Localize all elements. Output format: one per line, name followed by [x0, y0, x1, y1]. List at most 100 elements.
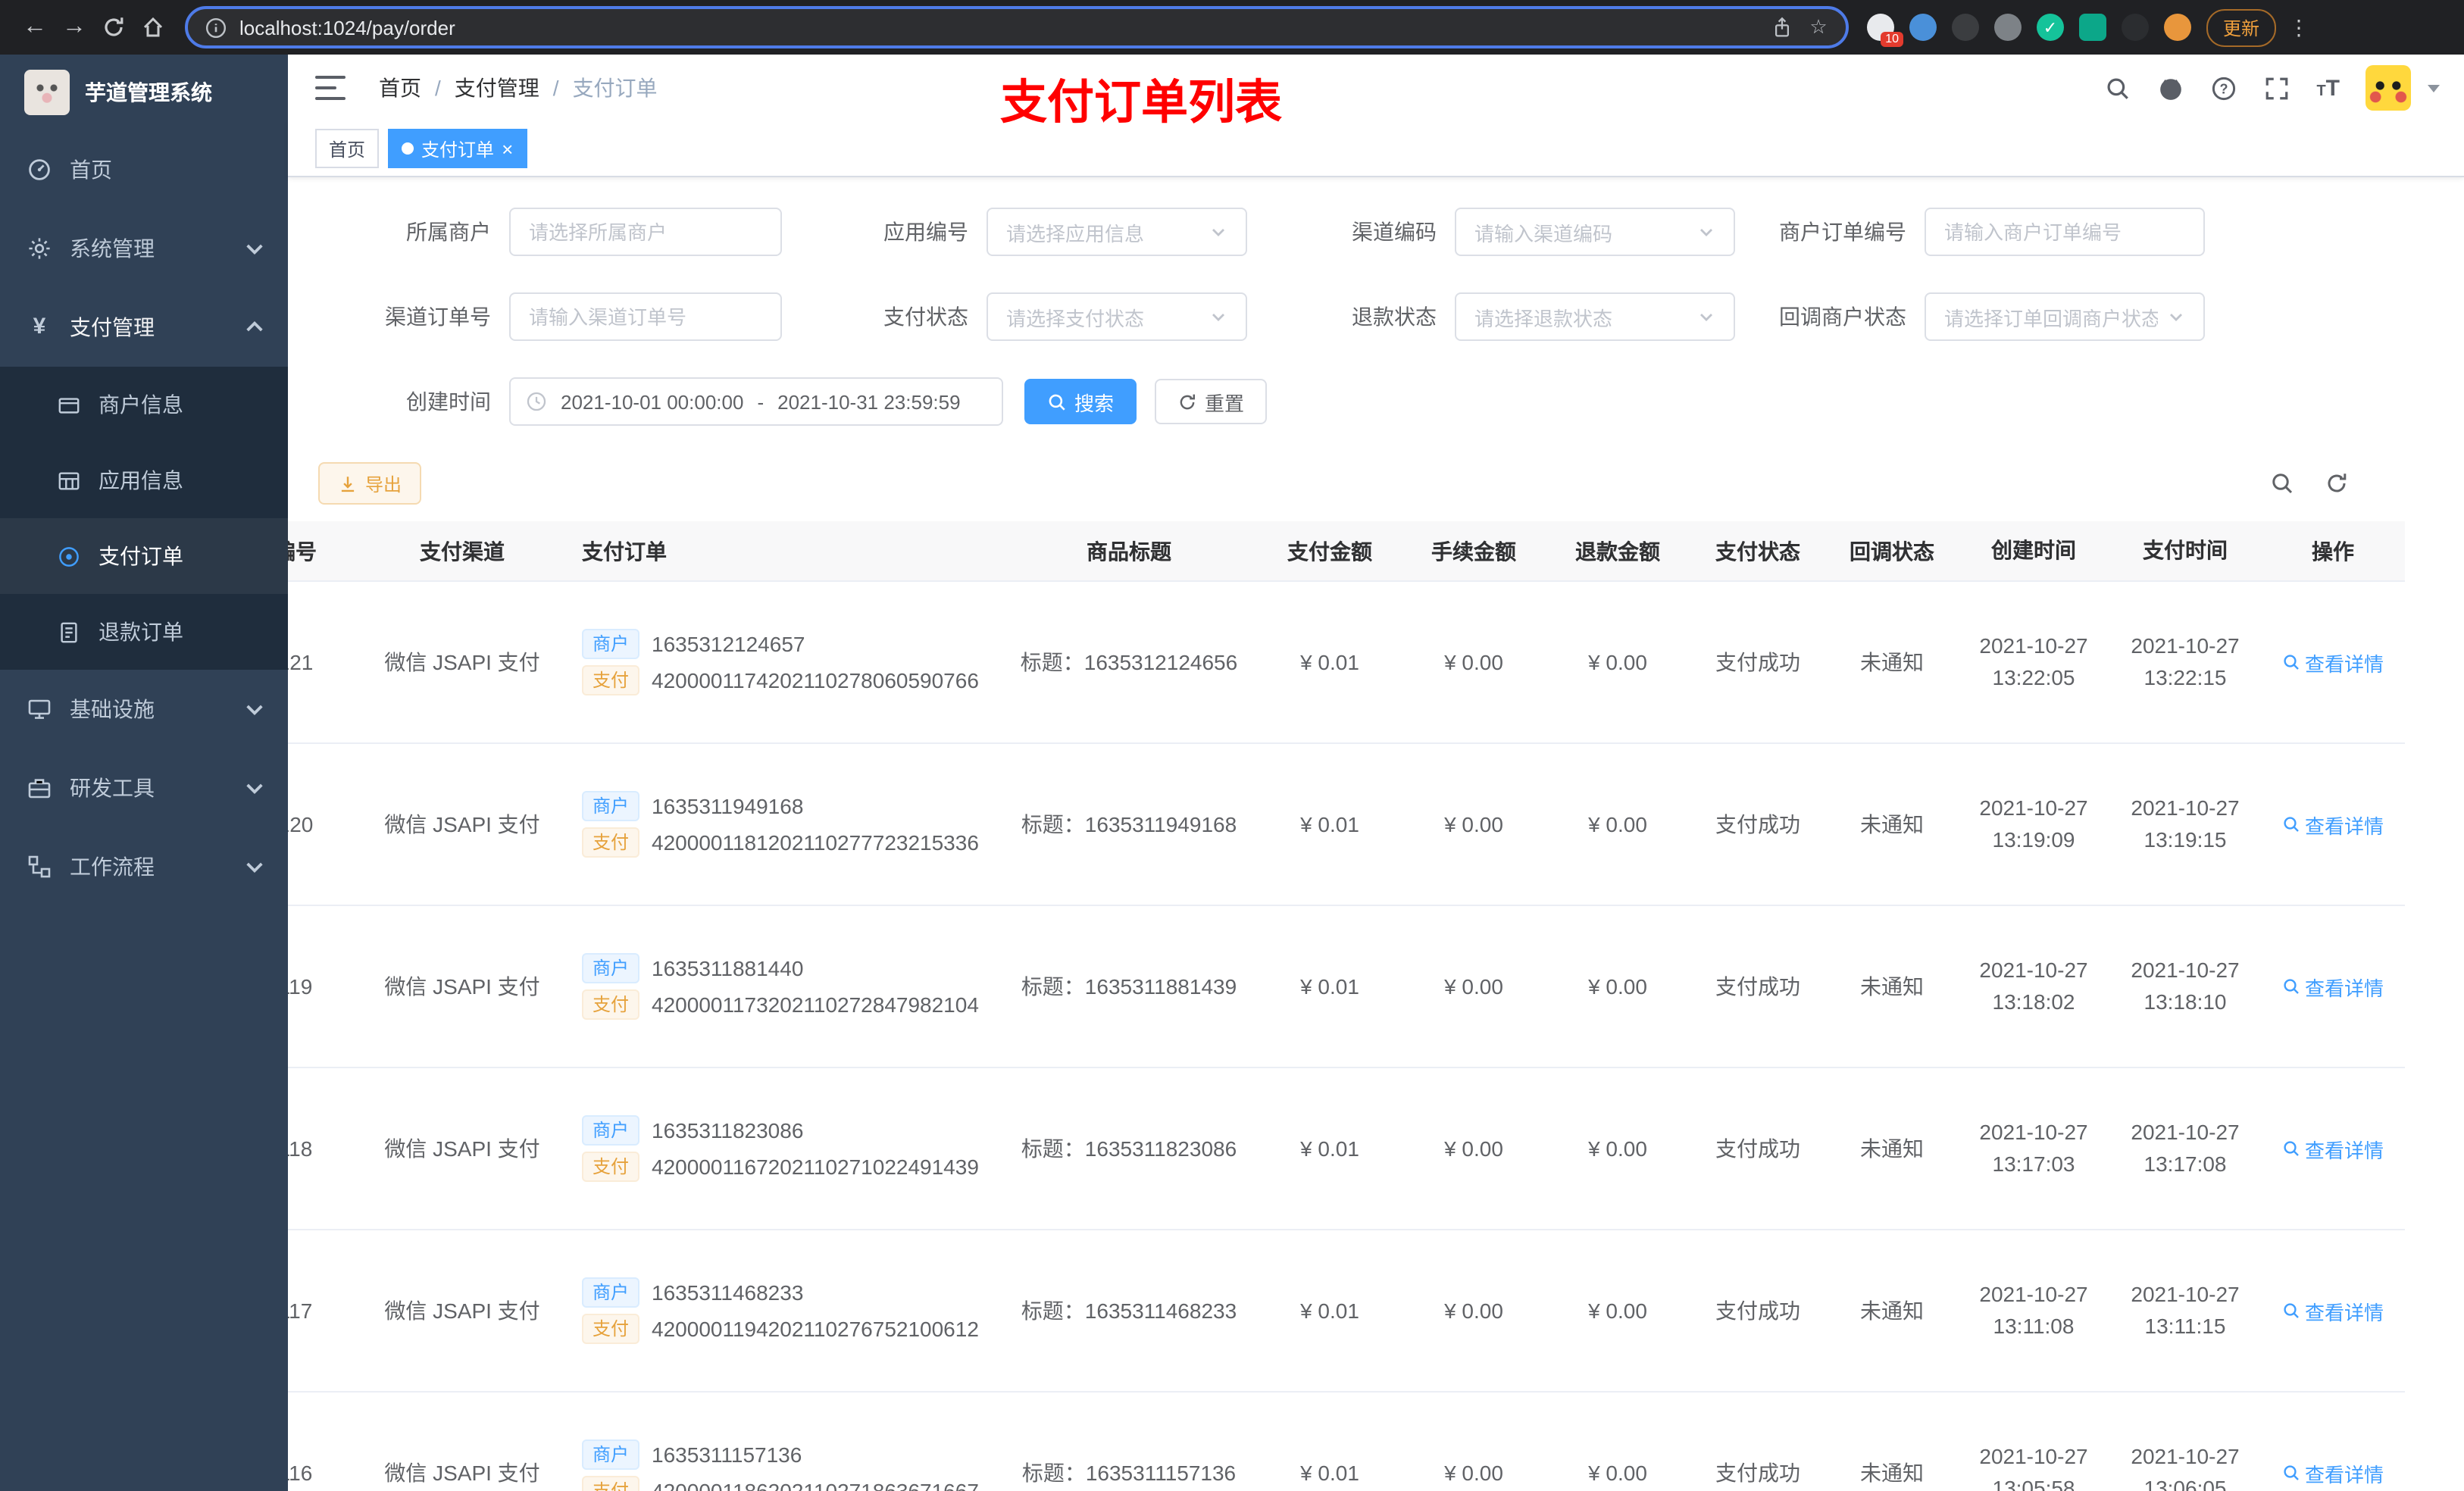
merchant-tag: 商户 — [582, 629, 640, 659]
screen: ← → localhost:1024/pay/order ☆ 10 ✓ 更新 ⋮… — [0, 0, 2464, 1491]
help-icon[interactable]: ? — [2210, 74, 2237, 102]
extension-icon[interactable] — [1909, 14, 1937, 41]
search-toggle-icon[interactable] — [2270, 471, 2294, 495]
extension-icon[interactable] — [1952, 14, 1979, 41]
view-detail-link[interactable]: 查看详情 — [2282, 1134, 2384, 1163]
search-icon[interactable] — [2104, 74, 2131, 102]
back-icon[interactable]: ← — [15, 8, 55, 47]
notify-status: 未通知 — [1860, 1136, 1924, 1161]
table-row: 121 微信 JSAPI 支付 商户 1635312124657 支付 4200… — [288, 582, 2405, 744]
channel-code-select[interactable]: 请输入渠道编码 — [1455, 208, 1735, 256]
hamburger-icon[interactable] — [315, 76, 346, 100]
sidebar-item-app-info[interactable]: 应用信息 — [0, 442, 288, 518]
pay-time: 2021-10-27 13:18:10 — [2131, 958, 2240, 1014]
search-button[interactable]: 搜索 — [1024, 379, 1137, 424]
filter-label: 商户订单编号 — [1779, 220, 1906, 244]
sidebar-item-infra[interactable]: 基础设施 — [0, 670, 288, 749]
merchant-order-no-input[interactable] — [1925, 208, 2205, 256]
breadcrumb-separator: / — [435, 76, 441, 100]
fullscreen-icon[interactable] — [2263, 74, 2290, 102]
sidebar-item-devtools[interactable]: 研发工具 — [0, 749, 288, 827]
create-time: 2021-10-27 13:11:08 — [1979, 1282, 2088, 1338]
address-bar[interactable]: localhost:1024/pay/order ☆ — [185, 6, 1849, 48]
fee-amount: ¥ 0.00 — [1444, 1461, 1503, 1485]
avatar-caret-icon[interactable] — [2428, 84, 2440, 92]
view-detail-link[interactable]: 查看详情 — [2282, 648, 2384, 677]
sidebar-item-merchant-info[interactable]: 商户信息 — [0, 367, 288, 442]
site-info-icon[interactable] — [203, 15, 227, 39]
pay-tag: 支付 — [582, 1152, 640, 1182]
sidebar-item-label: 退款订单 — [98, 620, 183, 644]
grid-table-icon — [58, 471, 80, 489]
view-detail-label: 查看详情 — [2304, 977, 2384, 999]
sidebar-item-system[interactable]: 系统管理 — [0, 209, 288, 288]
filter-channel-order-no: 渠道订单号 — [373, 292, 782, 341]
create-time: 2021-10-27 13:19:09 — [1979, 796, 2088, 852]
merchant-input[interactable] — [509, 208, 782, 256]
channel-order-no-input[interactable] — [509, 292, 782, 341]
tab-home[interactable]: 首页 — [315, 129, 380, 168]
forward-icon[interactable]: → — [55, 8, 94, 47]
breadcrumb-payment[interactable]: 支付管理 — [455, 73, 539, 103]
view-detail-link[interactable]: 查看详情 — [2282, 1296, 2384, 1325]
document-icon — [61, 621, 77, 642]
view-detail-label: 查看详情 — [2304, 652, 2384, 675]
share-icon[interactable] — [1770, 15, 1794, 39]
refresh-table-icon[interactable] — [2325, 471, 2349, 495]
fee-amount: ¥ 0.00 — [1444, 812, 1503, 836]
view-detail-link[interactable]: 查看详情 — [2282, 1458, 2384, 1487]
sidebar-item-pay-order[interactable]: 支付订单 — [0, 518, 288, 594]
browser-profile-avatar[interactable] — [2164, 14, 2191, 41]
bookmark-star-icon[interactable]: ☆ — [1806, 15, 1831, 39]
sidebar-item-label: 首页 — [70, 158, 112, 182]
column-header: 手续金额 — [1431, 539, 1516, 563]
column-header: 支付订单 — [582, 539, 667, 563]
filter-label: 所属商户 — [406, 220, 491, 244]
action-cell: 查看详情 — [2261, 810, 2405, 839]
browser-update-button[interactable]: 更新 — [2206, 8, 2277, 46]
chevron-down-icon — [246, 862, 263, 873]
pay-order-cell: 商户 1635311949168 支付 42000011812021102777… — [561, 785, 1000, 864]
extension-icon[interactable]: ✓ — [2037, 14, 2064, 41]
browser-menu-icon[interactable]: ⋮ — [2288, 14, 2309, 40]
sidebar-item-refund-order[interactable]: 退款订单 — [0, 594, 288, 670]
merchant-tag: 商户 — [582, 1439, 640, 1470]
extension-icon[interactable]: 10 — [1867, 14, 1903, 47]
notify-status-select[interactable]: 请选择订单回调商户状态 — [1925, 292, 2205, 341]
chevron-down-icon — [1212, 314, 1224, 321]
extension-icon[interactable] — [1994, 14, 2022, 41]
order-id: 120 — [288, 812, 314, 836]
chevron-down-icon — [246, 783, 263, 794]
sidebar-item-workflow[interactable]: 工作流程 — [0, 827, 288, 906]
credit-card-icon — [58, 397, 80, 413]
date-start: 2021-10-01 00:00:00 — [561, 390, 744, 413]
pay-status: 支付成功 — [1715, 1461, 1800, 1485]
close-icon[interactable]: × — [502, 139, 513, 158]
extension-area: 10 ✓ — [1867, 14, 2191, 47]
view-detail-link[interactable]: 查看详情 — [2282, 810, 2384, 839]
reset-button[interactable]: 重置 — [1155, 379, 1268, 424]
pay-order-no: 4200001174202110278060590766 — [652, 668, 979, 692]
app-id-select[interactable]: 请选择应用信息 — [987, 208, 1247, 256]
tab-pay-order[interactable]: 支付订单 × — [388, 129, 527, 168]
refund-status-select[interactable]: 请选择退款状态 — [1455, 292, 1735, 341]
refund-amount: ¥ 0.00 — [1588, 1136, 1647, 1161]
font-size-icon[interactable]: TT — [2316, 75, 2340, 101]
user-avatar[interactable] — [2366, 65, 2411, 111]
puzzle-extensions-icon[interactable] — [2122, 14, 2149, 41]
reload-icon[interactable] — [94, 8, 133, 47]
pay-status-select[interactable]: 请选择支付状态 — [987, 292, 1247, 341]
view-detail-link[interactable]: 查看详情 — [2282, 972, 2384, 1001]
date-range-picker[interactable]: 2021-10-01 00:00:00 - 2021-10-31 23:59:5… — [509, 377, 1003, 426]
github-icon[interactable] — [2157, 74, 2184, 102]
breadcrumb-home[interactable]: 首页 — [379, 73, 421, 103]
chevron-down-icon — [2170, 314, 2182, 321]
sidebar-item-payment[interactable]: ¥ 支付管理 — [0, 288, 288, 367]
fee-amount: ¥ 0.00 — [1444, 1299, 1503, 1323]
export-button[interactable]: 导出 — [318, 462, 422, 505]
extension-icon[interactable] — [2079, 14, 2106, 41]
home-icon[interactable] — [133, 8, 173, 47]
sidebar-item-home[interactable]: 首页 — [0, 130, 288, 209]
sidebar-item-label: 系统管理 — [70, 236, 155, 261]
sidebar-item-label: 基础设施 — [70, 697, 155, 721]
